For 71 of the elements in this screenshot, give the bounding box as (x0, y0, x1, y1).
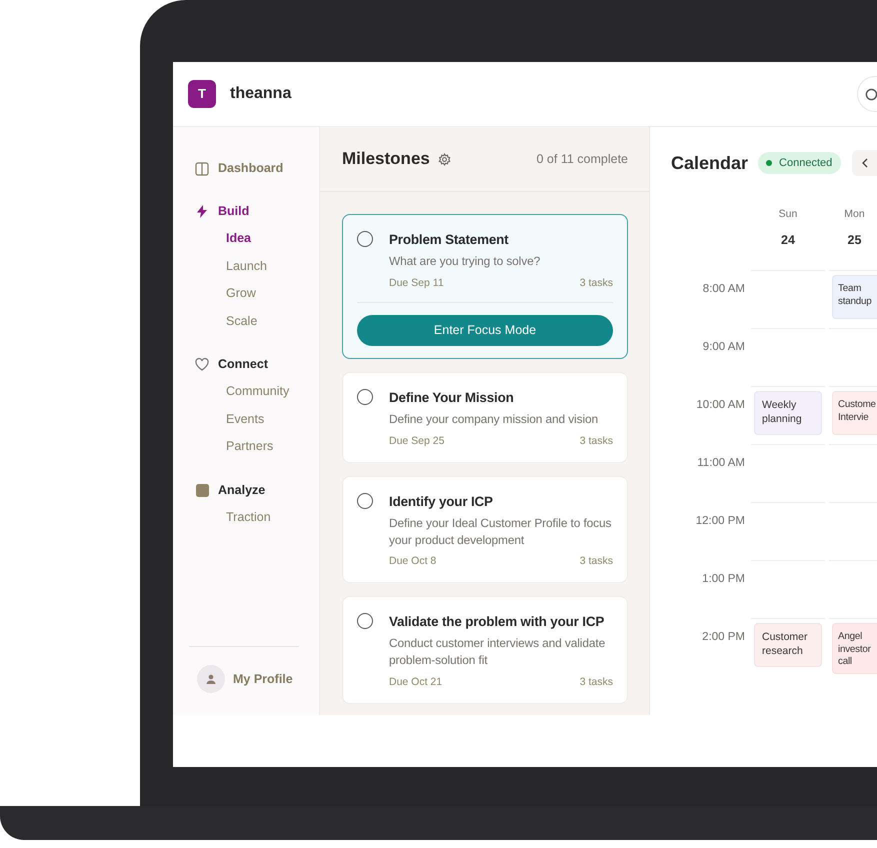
columns-icon (195, 162, 209, 176)
task-count: 3 tasks (580, 675, 613, 690)
milestone-title: Validate the problem with your ICP (389, 613, 606, 632)
status-badge: Connected (758, 152, 842, 174)
nav-subitem[interactable]: Idea (195, 225, 319, 252)
task-count: 3 tasks (580, 276, 613, 292)
milestone-card[interactable]: Validate the problem with your ICP Conduct customer interviews and validate problem-solution fit Due Oct 21 3 tasks (342, 596, 628, 704)
time-label: 2:00 PM (701, 630, 746, 645)
milestone-card[interactable]: Define Your Mission Define your company mission and vision Due Sep 25 3 tasks (342, 372, 628, 463)
milestone-description: Define your Ideal Customer Profile to focus your product development (389, 514, 612, 548)
milestone-description: Conduct customer interviews and validate problem-solution fit (389, 635, 606, 670)
day-date: 25 (846, 232, 862, 249)
nav-subitem[interactable]: Scale (195, 308, 319, 335)
due-date: Due Oct 8 (389, 554, 436, 570)
square-icon (196, 484, 208, 496)
checkbox[interactable] (357, 492, 373, 509)
panel-title: Milestones (342, 148, 430, 170)
nav-subitem[interactable]: Community (195, 378, 319, 406)
calendar-event[interactable]: Custome Intervie (832, 391, 877, 435)
nav-subitem[interactable]: Events (195, 406, 319, 433)
calendar-event[interactable]: Team standup (832, 275, 877, 319)
logo: T (188, 80, 216, 108)
avatar[interactable] (197, 665, 225, 693)
due-date: Due Sep 25 (389, 434, 444, 449)
calendar-event[interactable]: Customer research (754, 623, 822, 667)
nav-subitem[interactable]: Partners (195, 433, 319, 460)
milestone-title: Define Your Mission (389, 388, 515, 407)
nav-item[interactable]: Build (195, 198, 319, 225)
nav-item[interactable]: Connect (195, 351, 319, 378)
milestone-card[interactable]: Problem Statement What are you trying to solve? Due Sep 11 3 tasks Enter Focus Mode (342, 214, 628, 359)
time-label: 12:00 PM (694, 514, 746, 529)
due-date: Due Oct 21 (389, 675, 442, 690)
nav-item[interactable]: Dashboard (195, 155, 319, 182)
time-label: 10:00 AM (695, 398, 746, 413)
panel-title: Calendar (671, 152, 748, 174)
chevron-left-icon (862, 158, 868, 168)
milestone-card[interactable]: Identify your ICP Define your Ideal Customer Profile to focus your product development Due Oct 8 3 tasks (342, 476, 628, 584)
search-button[interactable] (857, 76, 877, 112)
task-count: 3 tasks (580, 554, 613, 570)
time-label: 9:00 AM (702, 340, 746, 355)
time-label: 11:00 AM (696, 456, 746, 471)
calendar-event[interactable]: Angel investor call (832, 623, 877, 674)
milestone-description: What are you trying to solve? (389, 253, 542, 270)
nav-subitem[interactable]: Grow (195, 280, 319, 308)
search-icon (865, 88, 877, 100)
calendar-event[interactable]: Weekly planning (754, 391, 822, 435)
checkbox[interactable] (357, 231, 373, 247)
focus-mode-button[interactable]: Enter Focus Mode (357, 314, 613, 346)
day-date: 24 (780, 232, 796, 249)
time-label: 8:00 AM (702, 282, 746, 297)
heart-icon (195, 358, 209, 371)
progress-count: 0 of 11 complete (536, 150, 628, 168)
nav-item[interactable]: Analyze (195, 476, 319, 504)
status-dot (766, 160, 772, 166)
milestone-title: Problem Statement (389, 231, 510, 249)
lightning-icon (196, 205, 208, 218)
checkbox[interactable] (357, 388, 373, 405)
milestone-title: Identify your ICP (389, 492, 494, 511)
nav-subitem[interactable]: Traction (195, 504, 319, 531)
app-name: theanna (230, 84, 292, 104)
milestone-description: Define your company mission and vision (389, 410, 600, 428)
task-count: 3 tasks (580, 434, 613, 449)
day-name: Mon (843, 207, 866, 222)
day-name: Sun (778, 207, 798, 222)
time-label: 1:00 PM (701, 572, 746, 587)
settings-icon[interactable] (438, 152, 451, 166)
due-date: Due Sep 11 (389, 276, 444, 292)
nav-subitem[interactable]: Launch (195, 252, 319, 280)
profile-link[interactable]: My Profile (233, 670, 293, 688)
person-icon (206, 674, 216, 684)
checkbox[interactable] (357, 613, 373, 630)
